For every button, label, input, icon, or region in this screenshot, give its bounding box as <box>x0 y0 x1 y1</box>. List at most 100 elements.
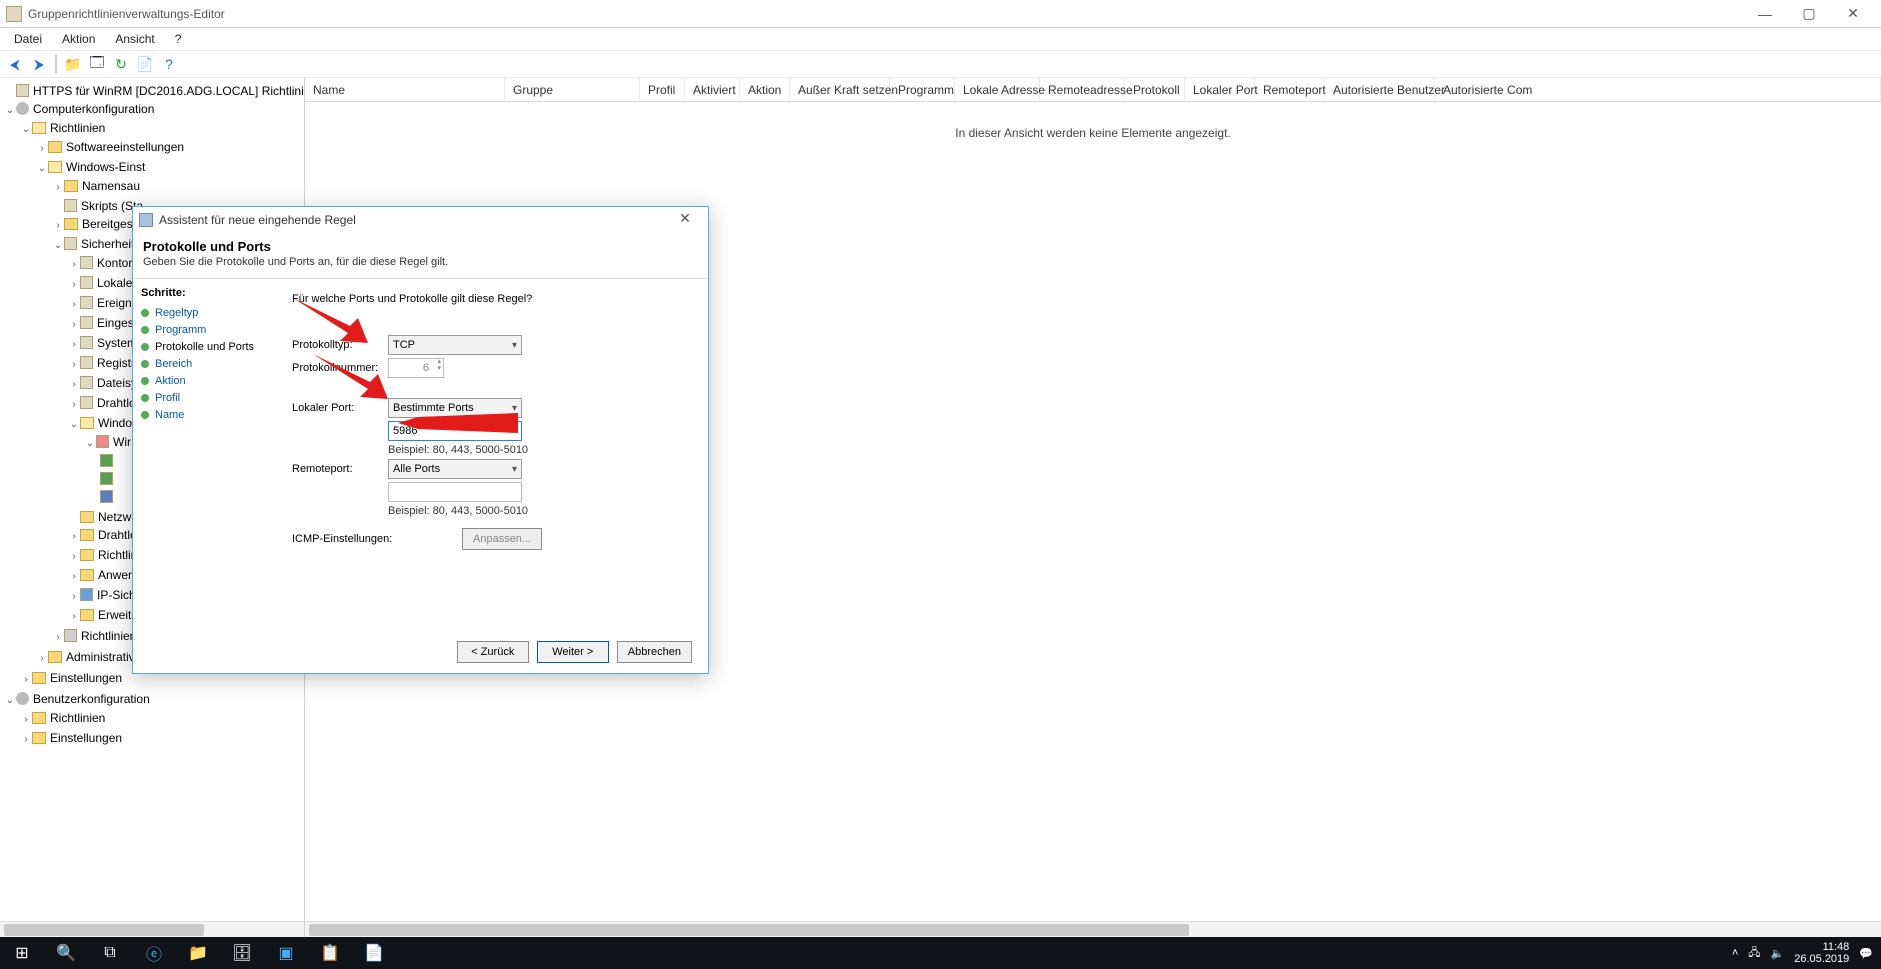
column-headers[interactable]: Name Gruppe Profil Aktiviert Aktion Auße… <box>305 78 1881 102</box>
dialog-titlebar[interactable]: Assistent für neue eingehende Regel ✕ <box>133 207 708 233</box>
connection-icon <box>100 490 113 503</box>
up-folder-icon[interactable]: 📁 <box>62 53 84 75</box>
export-icon[interactable]: 📄 <box>134 53 156 75</box>
input-lokaler-port[interactable]: 5986 <box>388 421 522 441</box>
menu-aktion[interactable]: Aktion <box>52 30 105 48</box>
maximize-button[interactable]: ▢ <box>1787 2 1831 26</box>
dialog-close-button[interactable]: ✕ <box>668 210 702 230</box>
tree-item[interactable]: System <box>97 336 137 350</box>
app-icon <box>6 6 22 22</box>
col-profil[interactable]: Profil <box>640 78 685 101</box>
tree-policies[interactable]: Richtlinien <box>50 121 105 135</box>
step-profil[interactable]: Profil <box>141 392 262 404</box>
security-icon <box>64 237 77 250</box>
col-protokoll[interactable]: Protokoll <box>1125 78 1185 101</box>
step-protokolle: Protokolle und Ports <box>141 341 262 353</box>
step-aktion[interactable]: Aktion <box>141 375 262 387</box>
tree-software[interactable]: Softwareeinstellungen <box>66 140 184 154</box>
tray-chevron-icon[interactable]: ˄ <box>1732 947 1738 959</box>
scripts-icon <box>64 199 77 212</box>
tree-item[interactable]: Kontori <box>97 256 135 270</box>
button-cancel[interactable]: Abbrechen <box>617 641 692 663</box>
tree-windows[interactable]: Windows-Einst <box>66 160 145 174</box>
folder-icon <box>80 529 94 541</box>
button-back[interactable]: < Zurück <box>457 641 529 663</box>
label-protokollnummer: Protokollnummer: <box>292 362 388 374</box>
step-bereich[interactable]: Bereich <box>141 358 262 370</box>
back-icon[interactable]: ⮜ <box>4 53 26 75</box>
tray-clock[interactable]: 11:48 26.05.2019 <box>1794 941 1849 965</box>
explorer-icon[interactable]: 📁 <box>176 937 220 969</box>
tree-item[interactable]: Anwen <box>98 568 135 582</box>
start-button[interactable]: ⊞ <box>0 937 44 969</box>
folder-icon <box>80 356 93 369</box>
tree-root[interactable]: HTTPS für WinRM [DC2016.ADG.LOCAL] Richt… <box>33 84 304 98</box>
menu-datei[interactable]: Datei <box>4 30 52 48</box>
ie-icon[interactable]: ⓔ <box>132 937 176 969</box>
tray-sound-icon[interactable]: 🔈 <box>1771 947 1785 960</box>
taskbar[interactable]: ⊞ 🔍 ⧉ ⓔ 📁 🗄 ▣ 📋 📄 ˄ 🖧 🔈 11:48 26.05.2019… <box>0 937 1881 969</box>
folder-icon <box>32 732 46 744</box>
powershell-icon[interactable]: ▣ <box>264 937 308 969</box>
tray-network-icon[interactable]: 🖧 <box>1748 944 1760 963</box>
col-lokale-adresse[interactable]: Lokale Adresse <box>955 78 1040 101</box>
dropdown-remoteport[interactable]: Alle Ports <box>388 459 522 479</box>
folder-icon <box>48 651 62 663</box>
col-programm[interactable]: Programm <box>890 78 955 101</box>
tree-item[interactable]: Richtlinien <box>81 629 136 643</box>
tree-item[interactable]: Wir <box>113 435 131 449</box>
col-gruppe[interactable]: Gruppe <box>505 78 640 101</box>
empty-message: In dieser Ansicht werden keine Elemente … <box>305 126 1881 140</box>
list-hscroll[interactable] <box>305 921 1881 937</box>
tree-item[interactable]: Dateisy <box>97 376 137 390</box>
mmc-icon[interactable]: 📋 <box>308 937 352 969</box>
tree-item[interactable]: Namensau <box>82 179 140 193</box>
folder-icon <box>80 396 93 409</box>
menu-help[interactable]: ? <box>165 30 192 48</box>
view-icon[interactable]: 🗔 <box>86 53 108 75</box>
tree-item[interactable]: IP-Sich <box>97 588 136 602</box>
tray-notifications-icon[interactable]: 💬 <box>1859 947 1873 960</box>
refresh-icon[interactable]: ↻ <box>110 53 132 75</box>
col-lokaler-port[interactable]: Lokaler Port <box>1185 78 1255 101</box>
folder-icon <box>48 141 62 153</box>
button-next[interactable]: Weiter > <box>537 641 609 663</box>
system-tray[interactable]: ˄ 🖧 🔈 11:48 26.05.2019 💬 <box>1724 941 1881 965</box>
tree-computer-config[interactable]: Computerkonfiguration <box>33 102 154 116</box>
menu-ansicht[interactable]: Ansicht <box>105 30 164 48</box>
app-icon[interactable]: 📄 <box>352 937 396 969</box>
tree-settings[interactable]: Einstellungen <box>50 671 122 685</box>
tree-user-config[interactable]: Benutzerkonfiguration <box>33 692 150 706</box>
col-remote-port[interactable]: Remoteport <box>1255 78 1325 101</box>
dropdown-lokaler-port[interactable]: Bestimmte Ports <box>388 398 522 418</box>
col-aktiviert[interactable]: Aktiviert <box>685 78 740 101</box>
tree-item[interactable]: Administrative <box>66 650 141 664</box>
forward-icon[interactable]: ⮞ <box>28 53 50 75</box>
tree-item[interactable]: Lokale <box>97 276 132 290</box>
taskview-icon[interactable]: ⧉ <box>88 937 132 969</box>
tree-item[interactable]: Drahtlo <box>97 396 136 410</box>
step-programm[interactable]: Programm <box>141 324 262 336</box>
server-manager-icon[interactable]: 🗄 <box>220 937 264 969</box>
col-name[interactable]: Name <box>305 78 505 101</box>
search-icon[interactable]: 🔍 <box>44 937 88 969</box>
col-ausser[interactable]: Außer Kraft setzen <box>790 78 890 101</box>
col-aktion[interactable]: Aktion <box>740 78 790 101</box>
step-name[interactable]: Name <box>141 409 262 421</box>
dialog-heading: Protokolle und Ports <box>133 233 708 256</box>
col-remote-adresse[interactable]: Remoteadresse <box>1040 78 1125 101</box>
col-auth-benutzer[interactable]: Autorisierte Benutzer <box>1325 78 1435 101</box>
folder-icon <box>32 672 46 684</box>
tree-hscroll[interactable] <box>0 921 304 937</box>
step-regeltyp[interactable]: Regeltyp <box>141 307 262 319</box>
help-icon[interactable]: ? <box>158 53 180 75</box>
form-question: Für welche Ports und Protokolle gilt die… <box>292 293 682 305</box>
tree-item[interactable]: Einstellungen <box>50 731 122 745</box>
dropdown-protokolltyp[interactable]: TCP <box>388 335 522 355</box>
col-auth-comp[interactable]: Autorisierte Com <box>1435 78 1881 101</box>
tree-item[interactable]: Richtlinien <box>50 711 105 725</box>
gear-icon <box>16 692 29 705</box>
minimize-button[interactable]: — <box>1743 2 1787 26</box>
tree-item[interactable]: Drahtlo <box>98 528 137 542</box>
close-button[interactable]: ✕ <box>1831 2 1875 26</box>
